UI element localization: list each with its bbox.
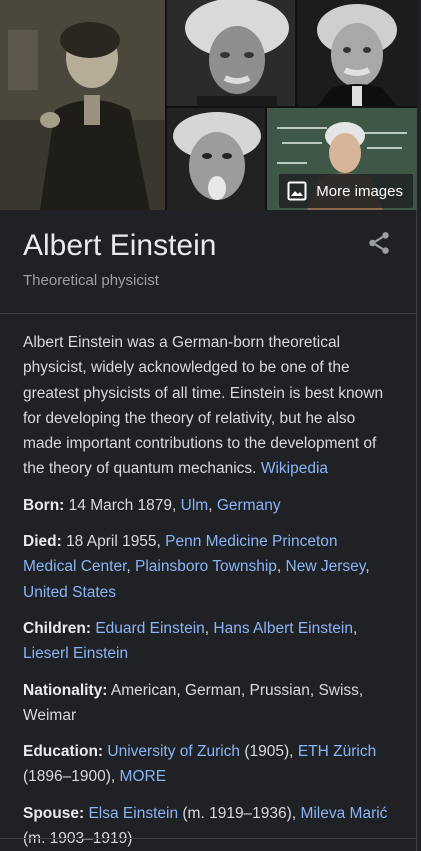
wikipedia-link[interactable]: Wikipedia xyxy=(261,460,328,477)
fact-value: 14 March 1879, xyxy=(68,496,177,514)
gallery-image-portrait-windswept-hair[interactable] xyxy=(167,0,295,106)
image-icon xyxy=(287,181,307,201)
died-place-link-country[interactable]: United States xyxy=(23,584,116,601)
gallery-image-portrait-suit[interactable] xyxy=(297,0,417,106)
fact-label: Children: xyxy=(23,619,92,637)
knowledge-panel: More images Albert Einstein Theoretical … xyxy=(0,0,417,851)
fact-value: (1905), xyxy=(244,743,294,761)
fact-nationality: Nationality: American, German, Prussian,… xyxy=(23,678,394,729)
fact-value: (1896–1900), xyxy=(23,768,116,786)
fact-value: 18 April 1955, xyxy=(66,533,161,551)
died-place-link-state[interactable]: New Jersey xyxy=(286,558,366,575)
born-place-link-germany[interactable]: Germany xyxy=(217,497,281,514)
child-link-hans[interactable]: Hans Albert Einstein xyxy=(213,620,353,637)
fact-label: Born: xyxy=(23,496,65,514)
description-text: Albert Einstein was a German-born theore… xyxy=(23,334,384,478)
separator: , xyxy=(126,558,131,576)
description: Albert Einstein was a German-born theore… xyxy=(23,330,394,482)
child-link-lieserl[interactable]: Lieserl Einstein xyxy=(23,645,128,662)
more-images-label: More images xyxy=(316,182,403,200)
entity-title: Albert Einstein xyxy=(23,229,217,262)
fact-label: Died: xyxy=(23,533,62,551)
fact-spouse: Spouse: Elsa Einstein (m. 1919–1936), Mi… xyxy=(23,801,394,851)
fact-label: Spouse: xyxy=(23,804,85,822)
separator: , xyxy=(352,619,358,637)
share-icon[interactable] xyxy=(366,230,392,256)
born-place-link-ulm[interactable]: Ulm xyxy=(181,497,209,514)
fact-born: Born: 14 March 1879, Ulm, Germany xyxy=(23,493,394,518)
about-section: Albert Einstein was a German-born theore… xyxy=(0,314,416,851)
spouse-link-mileva[interactable]: Mileva Marić xyxy=(300,805,387,822)
fact-label: Education: xyxy=(23,743,104,761)
gallery-image-portrait-tongue[interactable] xyxy=(167,108,265,210)
died-place-link-township[interactable]: Plainsboro Township xyxy=(135,558,277,575)
fact-education: Education: University of Zurich (1905), … xyxy=(23,739,394,790)
education-link-eth[interactable]: ETH Zürich xyxy=(298,743,376,760)
education-link-zurich[interactable]: University of Zurich xyxy=(107,743,240,760)
fact-children: Children: Eduard Einstein, Hans Albert E… xyxy=(23,616,394,667)
spouse-link-elsa[interactable]: Elsa Einstein xyxy=(88,805,178,822)
more-images-button[interactable]: More images xyxy=(279,174,413,208)
gallery-image-portrait-lecture[interactable] xyxy=(0,0,165,210)
separator: , xyxy=(276,558,282,576)
fact-died: Died: 18 April 1955, Penn Medicine Princ… xyxy=(23,529,394,605)
header: Albert Einstein Theoretical physicist xyxy=(0,210,416,289)
fact-label: Nationality: xyxy=(23,681,108,699)
entity-subtitle: Theoretical physicist xyxy=(23,272,159,289)
image-gallery: More images xyxy=(0,0,417,210)
separator: , xyxy=(204,619,210,637)
education-more-link[interactable]: MORE xyxy=(120,768,167,785)
fact-value: (m. 1919–1936), xyxy=(182,804,297,822)
divider xyxy=(0,838,416,839)
separator: , xyxy=(208,496,213,514)
separator: , xyxy=(365,558,370,576)
child-link-eduard[interactable]: Eduard Einstein xyxy=(95,620,204,637)
